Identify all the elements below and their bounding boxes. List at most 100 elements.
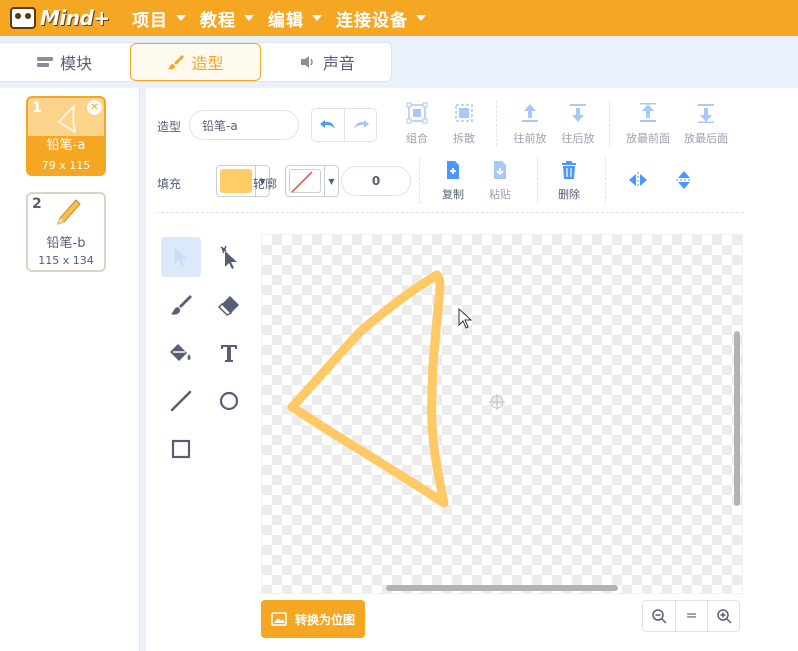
paintbrush-icon bbox=[171, 295, 192, 315]
front-button[interactable]: 放最前面 bbox=[620, 102, 676, 148]
toolbar-divider bbox=[537, 158, 538, 204]
caret-down-icon bbox=[312, 15, 322, 21]
toolbar-divider bbox=[496, 100, 497, 146]
zoom-in-button[interactable] bbox=[707, 601, 739, 631]
trash-icon bbox=[562, 161, 576, 179]
costume-item-2[interactable]: 2 铅笔-b 115 x 134 bbox=[26, 192, 106, 272]
flip-vertical-button[interactable] bbox=[664, 160, 704, 200]
circle-tool[interactable] bbox=[209, 381, 249, 421]
costume-index: 1 bbox=[32, 100, 42, 116]
menu-edit-label: 编辑 bbox=[268, 10, 304, 31]
select-tool[interactable] bbox=[161, 237, 201, 277]
costume-name: 铅笔-a bbox=[28, 136, 104, 156]
paint-editor: 造型 铅笔-a 组合 拆散 往前放 往后放 放最前面 放最后面 填充 ▼ 轮廓 … bbox=[146, 88, 798, 651]
square-icon bbox=[171, 439, 191, 459]
fill-label: 填充 bbox=[157, 177, 182, 191]
convert-to-bitmap-label: 转换为位图 bbox=[294, 612, 355, 627]
brush-icon bbox=[168, 55, 185, 70]
redo-button[interactable] bbox=[344, 109, 376, 141]
line-tool[interactable] bbox=[161, 381, 201, 421]
delete-button[interactable]: 删除 bbox=[541, 160, 597, 206]
flip-horizontal-icon bbox=[629, 172, 647, 188]
text-tool[interactable] bbox=[209, 333, 249, 373]
speaker-icon bbox=[300, 56, 313, 68]
eraser-tool[interactable] bbox=[209, 285, 249, 325]
ungroup-label: 拆散 bbox=[453, 132, 475, 145]
costume-name-label: 造型 bbox=[157, 120, 182, 134]
outline-label: 轮廓 bbox=[253, 177, 278, 191]
menu-project[interactable]: 项目 bbox=[132, 6, 186, 31]
fill-swatch bbox=[220, 169, 252, 193]
logo-robot-icon bbox=[10, 7, 36, 29]
redo-icon bbox=[353, 120, 369, 129]
line-icon bbox=[170, 390, 192, 412]
mouse-cursor-icon bbox=[458, 308, 473, 329]
convert-to-bitmap-button[interactable]: 转换为位图 bbox=[261, 600, 365, 638]
costume-name-input[interactable]: 铅笔-a bbox=[189, 110, 299, 140]
menu-edit[interactable]: 编辑 bbox=[268, 6, 322, 31]
delete-label: 删除 bbox=[558, 188, 580, 201]
back-label: 放最后面 bbox=[684, 132, 728, 145]
tab-costumes-label: 造型 bbox=[191, 54, 224, 73]
outline-color-picker[interactable]: ▼ bbox=[285, 165, 339, 197]
text-t-icon bbox=[221, 345, 237, 362]
group-label: 组合 bbox=[406, 132, 428, 145]
backward-label: 往后放 bbox=[561, 132, 595, 145]
crosshair-icon bbox=[489, 394, 505, 410]
app-logo[interactable]: Mind+ bbox=[10, 3, 118, 33]
send-back-icon bbox=[698, 104, 714, 123]
menu-connect-label: 连接设备 bbox=[336, 10, 408, 31]
toolbar-divider bbox=[419, 158, 420, 204]
eraser-icon bbox=[218, 296, 239, 316]
costume-name-value: 铅笔-a bbox=[202, 118, 238, 133]
costume-thumbnail bbox=[58, 105, 76, 133]
tab-blocks-label: 模块 bbox=[60, 54, 93, 73]
outline-width-input[interactable]: 0 bbox=[341, 166, 411, 196]
zoom-reset-button[interactable]: = bbox=[675, 601, 707, 631]
tab-blocks[interactable]: 模块 bbox=[0, 43, 128, 81]
backward-button[interactable]: 往后放 bbox=[550, 102, 606, 148]
menu-bar: Mind+ 项目 教程 编辑 连接设备 bbox=[0, 0, 798, 36]
outline-none-swatch bbox=[289, 169, 321, 193]
horizontal-scrollbar[interactable] bbox=[386, 585, 618, 591]
costume-item-1[interactable]: 1 ✕ 铅笔-a 79 x 115 bbox=[26, 96, 106, 176]
drawing-canvas[interactable] bbox=[261, 234, 743, 594]
costume-list: 1 ✕ 铅笔-a 79 x 115 2 铅笔-b 115 x 134 bbox=[0, 88, 140, 651]
menu-tutorial[interactable]: 教程 bbox=[200, 6, 254, 31]
arrow-pointer-icon bbox=[175, 248, 187, 266]
fill-tool[interactable] bbox=[161, 333, 201, 373]
flip-horizontal-button[interactable] bbox=[618, 160, 658, 200]
reshape-tool[interactable] bbox=[209, 237, 249, 277]
brush-tool[interactable] bbox=[161, 285, 201, 325]
front-label: 放最前面 bbox=[626, 132, 670, 145]
back-button[interactable]: 放最后面 bbox=[678, 102, 734, 148]
circle-icon bbox=[219, 391, 239, 411]
costume-size: 79 x 115 bbox=[28, 156, 104, 176]
undo-button[interactable] bbox=[312, 109, 344, 141]
ungroup-icon bbox=[455, 104, 473, 122]
image-icon bbox=[271, 612, 287, 626]
vertical-scrollbar[interactable] bbox=[734, 331, 740, 506]
costume-index: 2 bbox=[32, 196, 42, 212]
reshape-pointer-icon bbox=[220, 245, 237, 269]
zoom-out-icon bbox=[652, 609, 667, 624]
costume-name: 铅笔-b bbox=[46, 236, 86, 251]
menu-connect-device[interactable]: 连接设备 bbox=[336, 6, 426, 31]
outline-width-value: 0 bbox=[371, 174, 381, 188]
paste-button[interactable]: 粘贴 bbox=[472, 160, 528, 206]
tab-costumes[interactable]: 造型 bbox=[130, 43, 261, 81]
paint-bucket-icon bbox=[170, 344, 191, 361]
rectangle-tool[interactable] bbox=[161, 429, 201, 469]
triangle-stroke bbox=[287, 270, 449, 508]
zoom-out-button[interactable] bbox=[643, 601, 675, 631]
forward-label: 往前放 bbox=[513, 132, 547, 145]
blocks-icon bbox=[37, 57, 54, 67]
tab-sounds[interactable]: 声音 bbox=[263, 43, 391, 81]
menu-tutorial-label: 教程 bbox=[200, 10, 236, 31]
close-icon[interactable]: ✕ bbox=[87, 100, 102, 115]
ungroup-button[interactable]: 拆散 bbox=[436, 102, 492, 148]
undo-redo-group bbox=[311, 108, 377, 142]
costume-shape[interactable] bbox=[262, 235, 743, 594]
pencil-thumbnail bbox=[57, 199, 81, 225]
flip-vertical-icon bbox=[676, 171, 692, 189]
